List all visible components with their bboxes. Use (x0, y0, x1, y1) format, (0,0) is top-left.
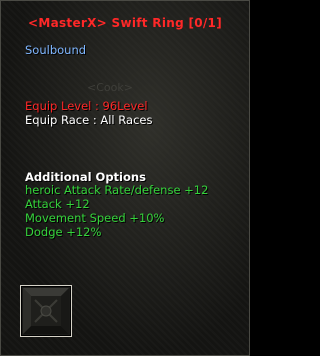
equip-race: Equip Race : All Races (25, 113, 153, 127)
option-line: Attack +12 (25, 197, 90, 211)
option-line: heroic Attack Rate/defense +12 (25, 183, 209, 197)
equip-level: Equip Level : 96Level (25, 99, 148, 113)
option-line: Movement Speed +10% (25, 211, 165, 225)
ring-slot-icon (23, 288, 69, 334)
item-icon-slot (20, 285, 72, 337)
item-tooltip: <MasterX> Swift Ring [0/1] Soulbound <Co… (0, 0, 250, 356)
binding-status: Soulbound (25, 43, 87, 57)
item-name: <MasterX> Swift Ring [0/1] (27, 16, 222, 30)
crafter-watermark: <Cook> (87, 81, 133, 94)
option-line: Dodge +12% (25, 225, 102, 239)
